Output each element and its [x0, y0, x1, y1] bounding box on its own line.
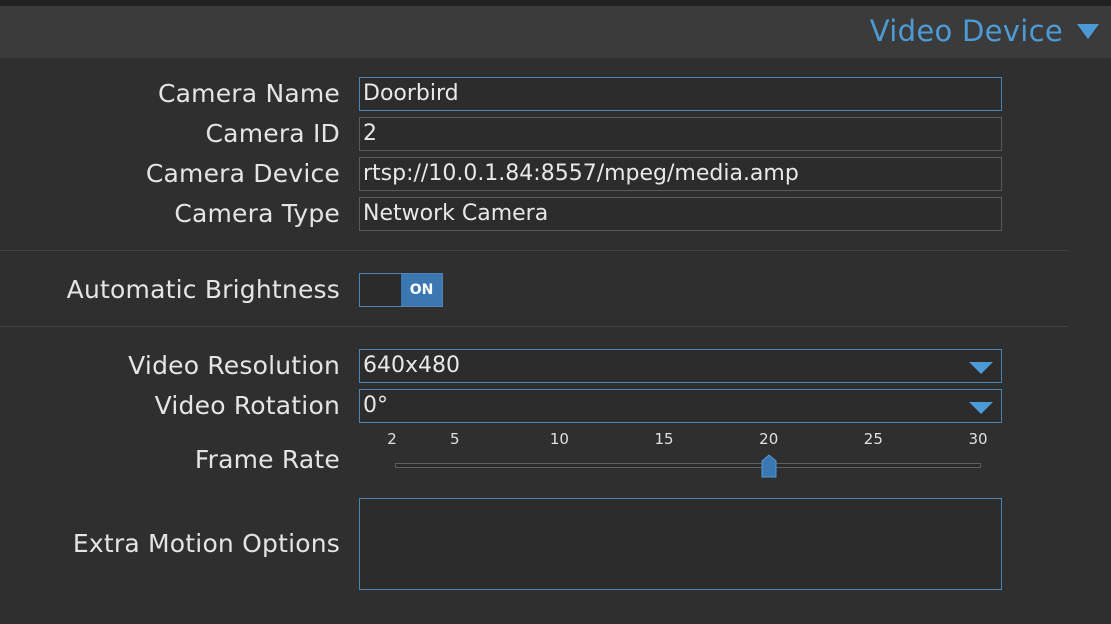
- video-rotation-value: 0°: [363, 393, 388, 418]
- video-resolution-label: Video Resolution: [128, 351, 340, 380]
- frame-rate-tick-label: 5: [450, 430, 460, 448]
- camera-device-input[interactable]: rtsp://10.0.1.84:8557/mpeg/media.amp: [359, 157, 1002, 191]
- automatic-brightness-toggle[interactable]: ON: [359, 273, 443, 307]
- camera-device-label: Camera Device: [145, 159, 340, 188]
- section-title[interactable]: Video Device: [870, 14, 1063, 48]
- frame-rate-track[interactable]: [395, 463, 981, 468]
- camera-id-input[interactable]: 2: [359, 117, 1002, 151]
- section-header[interactable]: Video Device: [0, 6, 1111, 58]
- divider: [0, 250, 1068, 251]
- video-resolution-value: 640x480: [363, 353, 461, 378]
- frame-rate-tick-label: 25: [863, 430, 883, 448]
- video-rotation-label: Video Rotation: [154, 391, 340, 420]
- camera-type-label: Camera Type: [174, 199, 340, 228]
- toggle-on-label: ON: [401, 274, 442, 306]
- frame-rate-label: Frame Rate: [194, 445, 340, 474]
- extra-motion-options-label: Extra Motion Options: [72, 529, 340, 558]
- frame-rate-tick-label: 15: [654, 430, 674, 448]
- camera-type-input[interactable]: Network Camera: [359, 197, 1002, 231]
- chevron-down-icon[interactable]: [969, 362, 993, 374]
- frame-rate-tick-label: 2: [387, 430, 397, 448]
- chevron-down-icon[interactable]: [969, 402, 993, 414]
- toggle-knob: [360, 274, 401, 306]
- camera-name-input[interactable]: Doorbird: [359, 77, 1002, 111]
- chevron-down-icon[interactable]: [1077, 24, 1099, 39]
- camera-name-label: Camera Name: [157, 79, 340, 108]
- video-rotation-select[interactable]: 0°: [359, 389, 1002, 423]
- extra-motion-options-input[interactable]: [359, 498, 1002, 590]
- camera-id-label: Camera ID: [205, 119, 340, 148]
- frame-rate-tick-label: 10: [549, 430, 569, 448]
- frame-rate-tick-label: 30: [968, 430, 988, 448]
- divider: [0, 326, 1068, 327]
- frame-rate-tick-label: 20: [759, 430, 779, 448]
- frame-rate-slider-handle[interactable]: [761, 454, 777, 478]
- automatic-brightness-label: Automatic Brightness: [66, 275, 340, 304]
- video-resolution-select[interactable]: 640x480: [359, 349, 1002, 383]
